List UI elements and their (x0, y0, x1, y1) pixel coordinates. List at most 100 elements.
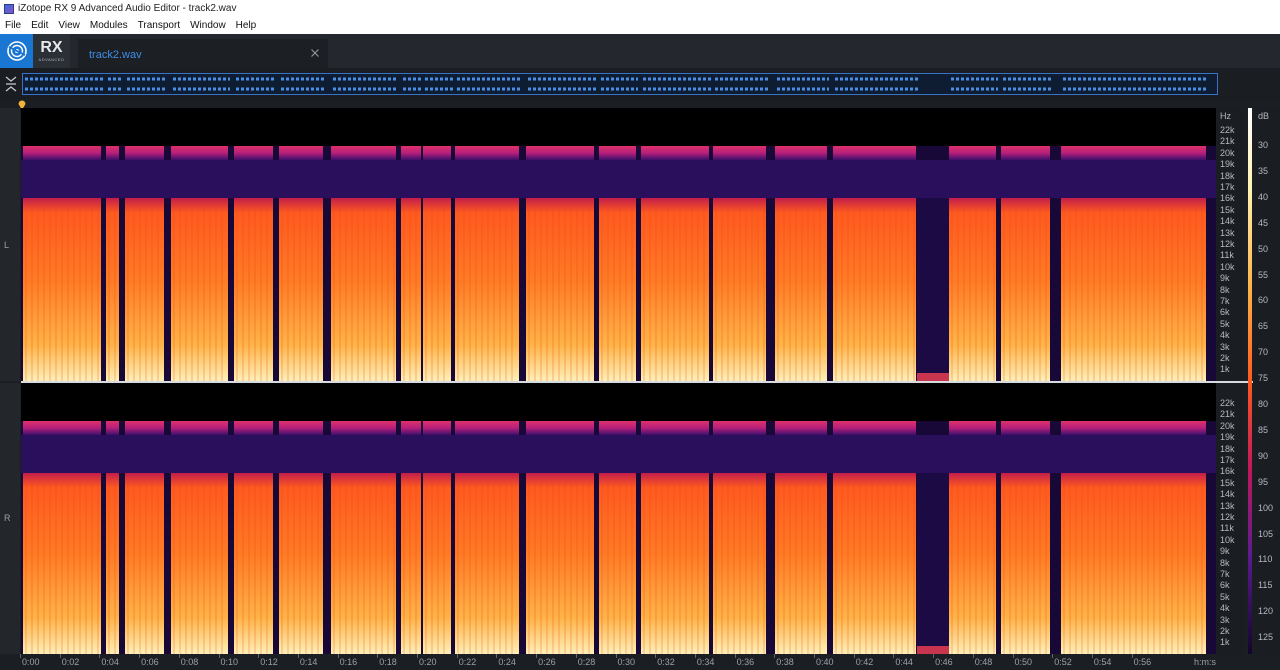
db-tick-label: 120 (1258, 606, 1274, 617)
time-tick-label: 0:46 (935, 657, 953, 667)
hz-tick-label: 10k (1220, 534, 1235, 545)
spectrogram-left[interactable] (21, 108, 1216, 381)
hz-tick-label: 13k (1220, 227, 1235, 238)
time-tick-mark (694, 654, 696, 658)
hz-tick-label: 2k (1220, 353, 1230, 363)
hz-tick-label: 14k (1220, 216, 1235, 227)
hz-tick-label: 18k (1220, 443, 1235, 454)
hz-tick-label: 20k (1220, 147, 1235, 158)
hz-tick-label: 3k (1220, 614, 1230, 625)
menu-help[interactable]: Help (231, 20, 262, 31)
waveform-overview[interactable] (0, 68, 1280, 100)
time-tick-label: 0:20 (419, 657, 437, 667)
time-tick-mark (456, 654, 458, 658)
db-tick-label: 40 (1258, 191, 1269, 202)
time-tick-mark (814, 654, 815, 658)
spectrogram-right[interactable] (21, 383, 1216, 654)
hz-tick-label: 12k (1220, 239, 1235, 249)
hz-tick-label: 22k (1220, 398, 1235, 408)
hz-tick-label: 8k (1220, 557, 1230, 568)
hz-tick-label: 11k (1220, 523, 1234, 534)
time-tick-label: 0:34 (696, 657, 715, 667)
time-tick-mark (972, 654, 974, 658)
hz-tick-label: 17k (1220, 182, 1235, 192)
hz-tick-label: 3k (1220, 341, 1230, 352)
menu-file[interactable]: File (0, 20, 26, 31)
menu-modules[interactable]: Modules (85, 20, 133, 31)
time-tick-mark (615, 654, 617, 658)
hz-tick-label: 16k (1220, 466, 1235, 477)
time-tick-label: 0:22 (458, 657, 477, 667)
db-tick-label: 125 (1258, 632, 1274, 643)
time-tick-mark (1131, 654, 1133, 658)
channel-strip-left (0, 108, 20, 381)
time-tick-mark (218, 654, 220, 658)
time-tick-mark (1012, 654, 1014, 658)
hz-tick-label: 1k (1220, 637, 1230, 648)
header-bar: RX ADVANCED track2.wav (0, 34, 1280, 68)
time-tick-mark (655, 654, 657, 658)
time-tick-mark (933, 654, 935, 658)
time-tick-label: 0:08 (180, 657, 199, 667)
frequency-scale-left: Hz 22k 21k 20k 19k 18k 17k 16k 15k 14k 13k 12k 11k 1… (1216, 108, 1244, 381)
time-tick-label: 0:48 (974, 657, 993, 667)
close-icon[interactable] (310, 48, 320, 58)
time-tick-mark (575, 654, 577, 658)
channel-divider[interactable] (21, 381, 1280, 383)
time-tick-mark (377, 654, 379, 658)
hz-tick-label: 4k (1220, 603, 1230, 614)
time-tick-mark (1091, 654, 1093, 658)
time-tick-mark (536, 654, 538, 658)
hz-tick-label: 11k (1220, 250, 1234, 261)
time-tick-label: 0:24 (498, 657, 516, 667)
menu-edit[interactable]: Edit (26, 20, 53, 31)
menu-transport[interactable]: Transport (133, 20, 185, 31)
time-tick-mark (59, 654, 61, 658)
hz-tick-label: 21k (1220, 409, 1235, 420)
time-tick-label: 0:26 (538, 657, 556, 667)
time-tick-label: 0:02 (61, 657, 80, 667)
time-tick-label: 0:36 (736, 657, 755, 667)
tab-track2[interactable]: track2.wav (78, 39, 328, 68)
db-tick-label: 100 (1258, 502, 1274, 513)
hz-tick-label: 12k (1220, 512, 1235, 522)
time-tick-mark (178, 654, 180, 658)
time-tick-mark (258, 654, 260, 658)
hz-tick-label: 19k (1220, 159, 1235, 170)
db-tick-label: 35 (1258, 165, 1269, 176)
db-tick-label: 70 (1258, 347, 1269, 358)
hz-tick-label: 6k (1220, 580, 1230, 591)
time-tick-label: 0:32 (657, 657, 675, 667)
time-tick-label: 0:06 (141, 657, 159, 667)
time-tick-label: 0:40 (816, 657, 834, 667)
hz-tick-label: 10k (1220, 261, 1235, 272)
time-tick-label: 0:30 (617, 657, 636, 667)
time-tick-mark (893, 654, 895, 658)
menu-view[interactable]: View (53, 20, 85, 31)
menu-window[interactable]: Window (185, 20, 231, 31)
product-name: RX (40, 39, 63, 56)
overview-waveform[interactable] (22, 73, 1218, 95)
time-tick-label: 0:10 (220, 657, 239, 667)
db-tick-label: 95 (1258, 476, 1269, 487)
collapse-overview-icon[interactable] (5, 74, 17, 94)
time-tick-label: 0:38 (776, 657, 794, 667)
hz-tick-label: 7k (1220, 296, 1230, 306)
tab-label: track2.wav (89, 48, 142, 61)
time-ruler[interactable]: 0:00 0:02 0:04 0:06 0:08 0:10 0:12 0:14 0:16 0:18… (0, 654, 1280, 670)
db-unit-label: dB (1258, 111, 1270, 121)
time-tick-label: 0:42 (855, 657, 874, 667)
time-tick-label: 0:14 (299, 657, 318, 667)
time-unit-label: h:m:s (1194, 657, 1217, 667)
time-tick-mark (337, 654, 339, 658)
hz-tick-label: 5k (1220, 318, 1230, 329)
hz-tick-label: 7k (1220, 569, 1230, 579)
frequency-scale-right: 22k 21k 20k 19k 18k 17k 16k 15k 14k 13k 12k 11k 10k 9… (1216, 383, 1244, 654)
hz-tick-label: 2k (1220, 626, 1230, 636)
time-tick-label: 0:00 (22, 657, 40, 667)
db-tick-label: 50 (1258, 243, 1269, 254)
window-title: iZotope RX 9 Advanced Audio Editor - tra… (18, 3, 237, 14)
izotope-logo-icon[interactable] (0, 34, 33, 68)
channel-label-left: L (4, 240, 10, 250)
hz-tick-label: 16k (1220, 193, 1235, 204)
